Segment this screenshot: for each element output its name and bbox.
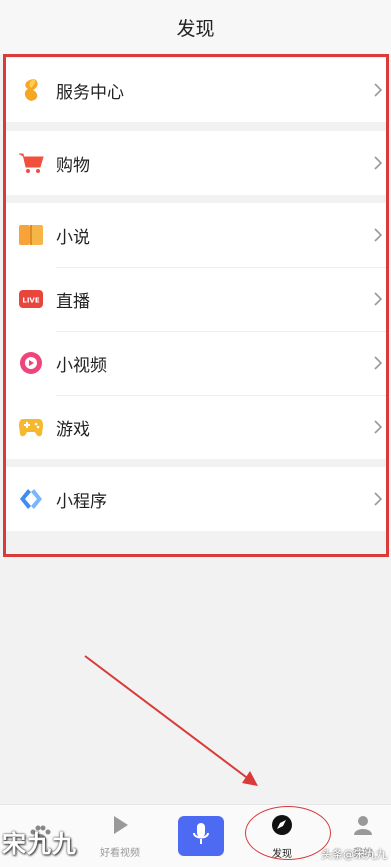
chevron-right-icon (372, 226, 384, 244)
tab-haokan-video[interactable]: 好看视频 (95, 805, 145, 867)
tab-label: 好看视频 (100, 848, 140, 859)
chevron-right-icon (372, 81, 384, 99)
live-badge-text: LIVE (22, 297, 39, 305)
video-play-icon (109, 814, 131, 840)
menu-item-live[interactable]: LIVE 直播 (6, 267, 386, 331)
microphone-icon (192, 821, 210, 851)
menu-item-novel[interactable]: 小说 (6, 203, 386, 267)
page-title: 发现 (176, 17, 215, 40)
tab-discover[interactable]: 发现 (262, 805, 302, 867)
user-icon (352, 814, 374, 840)
chevron-right-icon (372, 354, 384, 372)
page-header: 发现 (0, 0, 391, 54)
menu-item-label: 购物 (56, 155, 90, 176)
menu-item-label: 小视频 (56, 355, 107, 376)
tab-label: 发现 (272, 849, 292, 860)
watermark-left: 宋九九 (2, 830, 77, 858)
compass-icon (270, 813, 294, 841)
menu-item-label: 小程序 (56, 491, 107, 512)
service-center-icon (18, 77, 44, 103)
menu-item-service-center[interactable]: 服务中心 (6, 58, 386, 122)
game-controller-icon (18, 414, 44, 440)
menu-item-shopping[interactable]: 购物 (6, 131, 386, 195)
menu-item-label: 直播 (56, 291, 90, 312)
watermark-right: 头条@宋九九 (321, 848, 387, 861)
chevron-right-icon (372, 154, 384, 172)
mini-program-icon (18, 486, 44, 512)
menu-item-short-video[interactable]: 小视频 (6, 331, 386, 395)
menu-group-entertainment: 小说 LIVE 直播 小视频 游戏 (6, 203, 386, 459)
novel-book-icon (18, 222, 44, 248)
shopping-cart-icon (18, 150, 44, 176)
chevron-right-icon (372, 418, 384, 436)
menu-group-shopping: 购物 (6, 131, 386, 195)
chevron-right-icon (372, 290, 384, 308)
live-icon: LIVE (18, 286, 44, 312)
menu-item-label: 游戏 (56, 419, 90, 440)
menu-item-game[interactable]: 游戏 (6, 395, 386, 459)
chevron-right-icon (372, 490, 384, 508)
menu-item-label: 小说 (56, 227, 90, 248)
menu-group-service: 服务中心 (6, 58, 386, 122)
menu-item-mini-program[interactable]: 小程序 (6, 467, 386, 531)
menu-group-mini-program: 小程序 (6, 467, 386, 531)
short-video-icon (18, 350, 44, 376)
voice-search-button[interactable] (178, 816, 224, 856)
menu-item-label: 服务中心 (56, 82, 124, 103)
